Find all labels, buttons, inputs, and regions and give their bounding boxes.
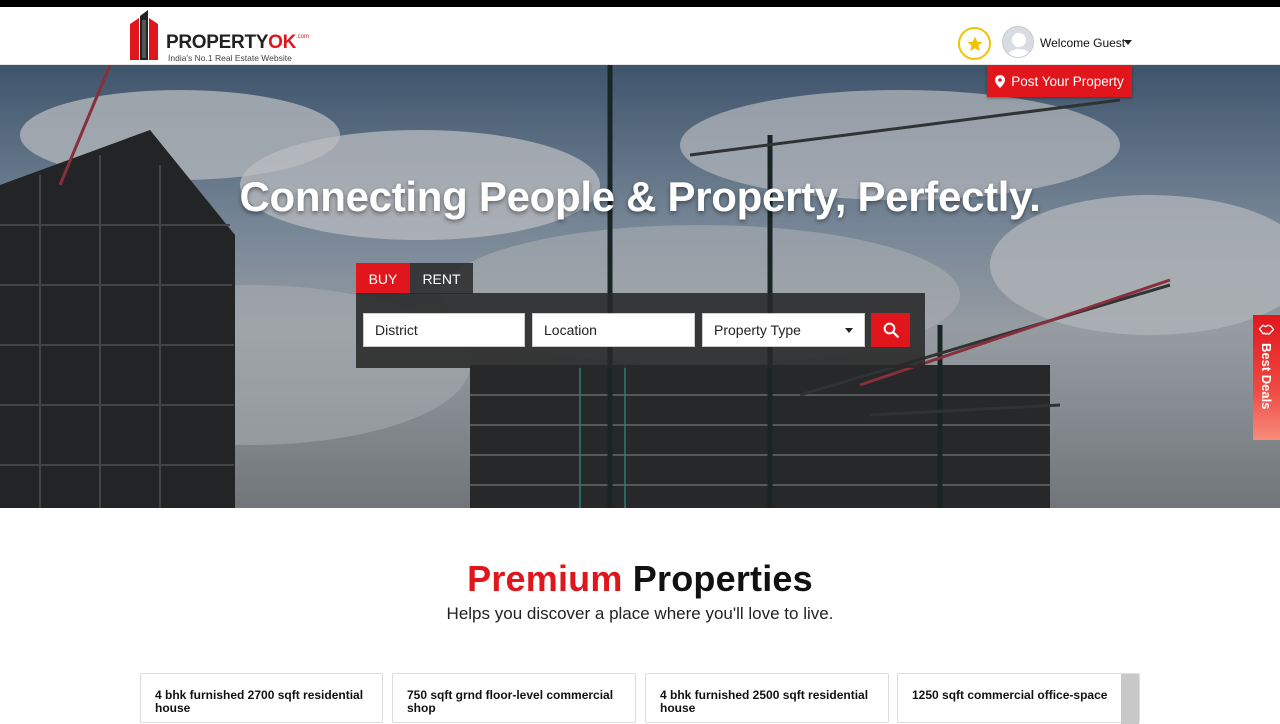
- property-card-title: 1250 sqft commercial office-space: [912, 688, 1108, 702]
- user-menu-label[interactable]: Welcome Guest: [1040, 36, 1125, 50]
- site-header: PROPERTYOK .com India's No.1 Real Estate…: [0, 7, 1280, 65]
- chevron-down-icon[interactable]: [1124, 40, 1132, 45]
- search-button[interactable]: [871, 313, 910, 347]
- property-card[interactable]: 4 bhk furnished 2500 sqft residential ho…: [645, 673, 889, 723]
- post-property-button[interactable]: Post Your Property: [987, 65, 1132, 97]
- avatar[interactable]: [1002, 26, 1034, 58]
- star-icon: [967, 36, 982, 51]
- tab-rent[interactable]: RENT: [410, 263, 473, 294]
- property-type-select[interactable]: Property Type: [702, 313, 865, 347]
- best-deals-tab[interactable]: Best Deals: [1253, 315, 1280, 440]
- favorites-button[interactable]: [958, 27, 991, 60]
- chevron-down-icon: [845, 328, 853, 333]
- logo-tagline: India's No.1 Real Estate Website: [168, 53, 292, 63]
- logo-domain: .com: [296, 34, 310, 40]
- property-card[interactable]: 750 sqft grnd floor-level commercial sho…: [392, 673, 636, 723]
- district-field-wrapper: [363, 313, 525, 347]
- property-card-title: 4 bhk furnished 2700 sqft residential ho…: [155, 688, 364, 715]
- search-panel: Property Type: [356, 293, 925, 368]
- carousel-scrollbar[interactable]: [1121, 674, 1139, 724]
- property-card[interactable]: 1250 sqft commercial office-space: [897, 673, 1140, 724]
- premium-section-subtitle: Helps you discover a place where you'll …: [446, 604, 834, 623]
- hero-headline: Connecting People & Property, Perfectly.: [239, 173, 1041, 220]
- top-black-bar: [0, 0, 1280, 7]
- location-input[interactable]: [544, 314, 694, 346]
- property-card-title: 4 bhk furnished 2500 sqft residential ho…: [660, 688, 869, 715]
- map-pin-icon: [995, 74, 1006, 88]
- logo-wordmark: PROPERTYOK: [166, 32, 297, 53]
- best-deals-label: Best Deals: [1259, 343, 1274, 410]
- location-field-wrapper: [532, 313, 695, 347]
- property-card[interactable]: 4 bhk furnished 2700 sqft residential ho…: [140, 673, 383, 723]
- logo-building-icon: [130, 10, 158, 60]
- construction-background-image: [0, 65, 1280, 508]
- site-logo[interactable]: PROPERTYOK .com India's No.1 Real Estate…: [128, 10, 310, 63]
- hero-banner: Post Your Property Connecting People & P…: [0, 65, 1280, 508]
- premium-section-title: Premium Properties: [467, 558, 813, 599]
- tab-buy[interactable]: BUY: [356, 263, 410, 294]
- search-icon: [883, 322, 899, 338]
- property-type-value: Property Type: [714, 322, 801, 338]
- user-silhouette-icon: [1007, 33, 1031, 57]
- search-tabs: BUY RENT: [356, 263, 473, 294]
- post-property-label: Post Your Property: [1011, 73, 1124, 89]
- handshake-icon: [1258, 324, 1275, 336]
- district-input[interactable]: [375, 314, 524, 346]
- property-card-title: 750 sqft grnd floor-level commercial sho…: [407, 688, 614, 715]
